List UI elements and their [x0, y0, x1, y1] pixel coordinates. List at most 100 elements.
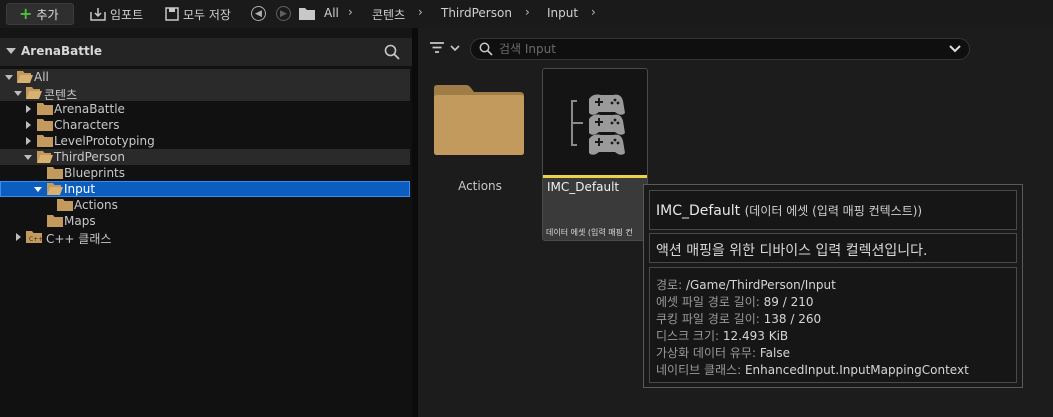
property-key: 에셋 파일 경로 길이: [656, 295, 760, 309]
folder-icon [37, 103, 53, 115]
folder-icon [57, 199, 73, 211]
tree-item-content[interactable]: 콘텐츠 [0, 85, 410, 102]
sources-panel: ArenaBattle All 콘텐츠 ArenaBattle Characte… [0, 38, 412, 417]
save-all-button[interactable]: 모두 저장 [165, 5, 231, 23]
property-key: 경로: [656, 278, 683, 292]
tooltip-asset-name: IMC_Default [656, 203, 741, 219]
sources-header[interactable]: ArenaBattle [0, 38, 412, 66]
asset-thumbnail [543, 69, 647, 175]
tree-item-maps[interactable]: Maps [0, 213, 410, 229]
breadcrumb-thirdperson[interactable]: ThirdPerson [441, 6, 512, 20]
expand-icon[interactable] [23, 152, 33, 162]
chevron-down-icon[interactable] [450, 45, 460, 51]
tooltip-property: 쿠킹 파일 경로 길이: 138 / 260 [656, 310, 821, 327]
tree-item-label: Maps [64, 214, 96, 228]
tree-item-label: ThirdPerson [54, 150, 125, 164]
back-icon[interactable]: ◀ [251, 6, 266, 21]
collapse-icon[interactable] [6, 48, 16, 54]
folder-icon [434, 85, 524, 155]
property-value: 89 / 210 [763, 295, 814, 309]
tree-item-characters[interactable]: Characters [0, 117, 410, 133]
asset-type-label: 데이터 에셋 (입력 매핑 컨 [546, 228, 633, 237]
tooltip-description: 액션 매핑을 위한 디바이스 입력 컬렉션입니다. [656, 243, 928, 259]
tree-item-thirdperson[interactable]: ThirdPerson [0, 149, 410, 165]
folder-icon [299, 8, 315, 20]
property-value: 138 / 260 [763, 312, 822, 326]
tooltip-property: 경로: /Game/ThirdPerson/Input [656, 276, 836, 293]
tree-item-blueprints[interactable]: Blueprints [0, 165, 410, 181]
tree-item-label: Actions [74, 198, 118, 212]
folder-open-icon [26, 87, 42, 99]
folder-open-icon [17, 71, 33, 83]
folder-open-icon [37, 151, 53, 163]
folder-icon [47, 167, 63, 179]
asset-type-color-strip [543, 175, 647, 178]
filter-icon[interactable] [430, 42, 444, 53]
breadcrumb-input[interactable]: Input [547, 6, 578, 20]
breadcrumb-separator: › [348, 5, 353, 19]
tree-item-label: Input [64, 182, 96, 196]
tree-item-cpp-classes[interactable]: C++ C++ 클래스 [0, 229, 410, 246]
breadcrumb-separator: › [418, 5, 423, 19]
tooltip-property: 가상화 데이터 유무: False [656, 344, 790, 361]
tooltip-property: 네이티브 클래스: EnhancedInput.InputMappingCont… [656, 361, 969, 378]
asset-tile-imc-default[interactable]: IMC_Default 데이터 에셋 (입력 매핑 컨 [542, 68, 648, 241]
property-key: 네이티브 클래스: [656, 363, 742, 377]
tree-item-arenabattle[interactable]: ArenaBattle [0, 101, 410, 117]
import-label: 임포트 [110, 7, 144, 22]
asset-search-box[interactable] [470, 38, 970, 60]
import-icon [90, 8, 106, 21]
expand-icon[interactable] [23, 104, 33, 114]
search-input[interactable] [499, 41, 939, 57]
save-icon [165, 7, 179, 21]
property-value: EnhancedInput.InputMappingContext [744, 363, 969, 377]
input-mapping-context-icon [571, 94, 625, 155]
folder-icon [37, 119, 53, 131]
save-all-label: 모두 저장 [183, 7, 231, 22]
breadcrumb-separator: › [591, 5, 596, 19]
tree-item-input[interactable]: Input [0, 181, 410, 197]
add-button-label: 추가 [36, 7, 59, 22]
tree-item-all[interactable]: All [0, 69, 410, 85]
folder-tile-actions[interactable]: Actions [430, 80, 530, 200]
property-key: 디스크 크기: [656, 329, 720, 343]
tooltip-asset-type: (데이터 에셋 (입력 매핑 컨텍스트)) [744, 204, 923, 218]
expand-icon[interactable] [23, 120, 33, 130]
search-icon [479, 42, 493, 56]
property-key: 가상화 데이터 유무: [656, 346, 756, 360]
tree-item-levelprototyping[interactable]: LevelPrototyping [0, 133, 410, 149]
tooltip-title: IMC_Default (데이터 에셋 (입력 매핑 컨텍스트)) [656, 202, 922, 219]
property-value: False [759, 346, 790, 360]
expand-icon[interactable] [13, 232, 23, 242]
tree-item-label: Characters [54, 118, 120, 132]
cpp-folder-icon: C++ [26, 231, 42, 243]
tree-item-label: All [34, 70, 49, 84]
asset-tooltip: IMC_Default (데이터 에셋 (입력 매핑 컨텍스트)) 액션 매핑을… [643, 184, 1023, 388]
import-button[interactable]: 임포트 [90, 5, 143, 23]
breadcrumb-all[interactable]: All [324, 6, 339, 20]
expand-icon[interactable] [33, 184, 43, 194]
tooltip-title-box: IMC_Default (데이터 에셋 (입력 매핑 컨텍스트)) [649, 190, 1017, 230]
add-button[interactable]: + 추가 [6, 3, 74, 25]
folder-open-icon [47, 183, 63, 195]
tree-item-label: Blueprints [64, 166, 126, 180]
expand-icon[interactable] [4, 72, 14, 82]
expand-icon[interactable] [13, 88, 23, 98]
breadcrumb-content[interactable]: 콘텐츠 [372, 6, 405, 23]
folder-icon [37, 135, 53, 147]
search-icon[interactable] [384, 44, 400, 60]
property-value: 12.493 KiB [722, 329, 789, 343]
property-value: /Game/ThirdPerson/Input [685, 278, 836, 292]
plus-icon: + [19, 4, 33, 23]
tooltip-property: 에셋 파일 경로 길이: 89 / 210 [656, 293, 814, 310]
expand-icon[interactable] [23, 136, 33, 146]
folder-label: Actions [458, 179, 502, 193]
chevron-down-icon[interactable] [949, 45, 961, 53]
forward-icon[interactable]: ▶ [276, 6, 291, 21]
toolbar: + 추가 임포트 모두 저장 ◀ ▶ All › 콘텐츠 › ThirdPers… [0, 0, 1053, 28]
svg-text:C++: C++ [29, 236, 42, 243]
tooltip-description-box: 액션 매핑을 위한 디바이스 입력 컬렉션입니다. [649, 233, 1017, 263]
project-title: ArenaBattle [21, 44, 102, 58]
tree-item-actions[interactable]: Actions [0, 197, 410, 213]
folder-icon [47, 215, 63, 227]
